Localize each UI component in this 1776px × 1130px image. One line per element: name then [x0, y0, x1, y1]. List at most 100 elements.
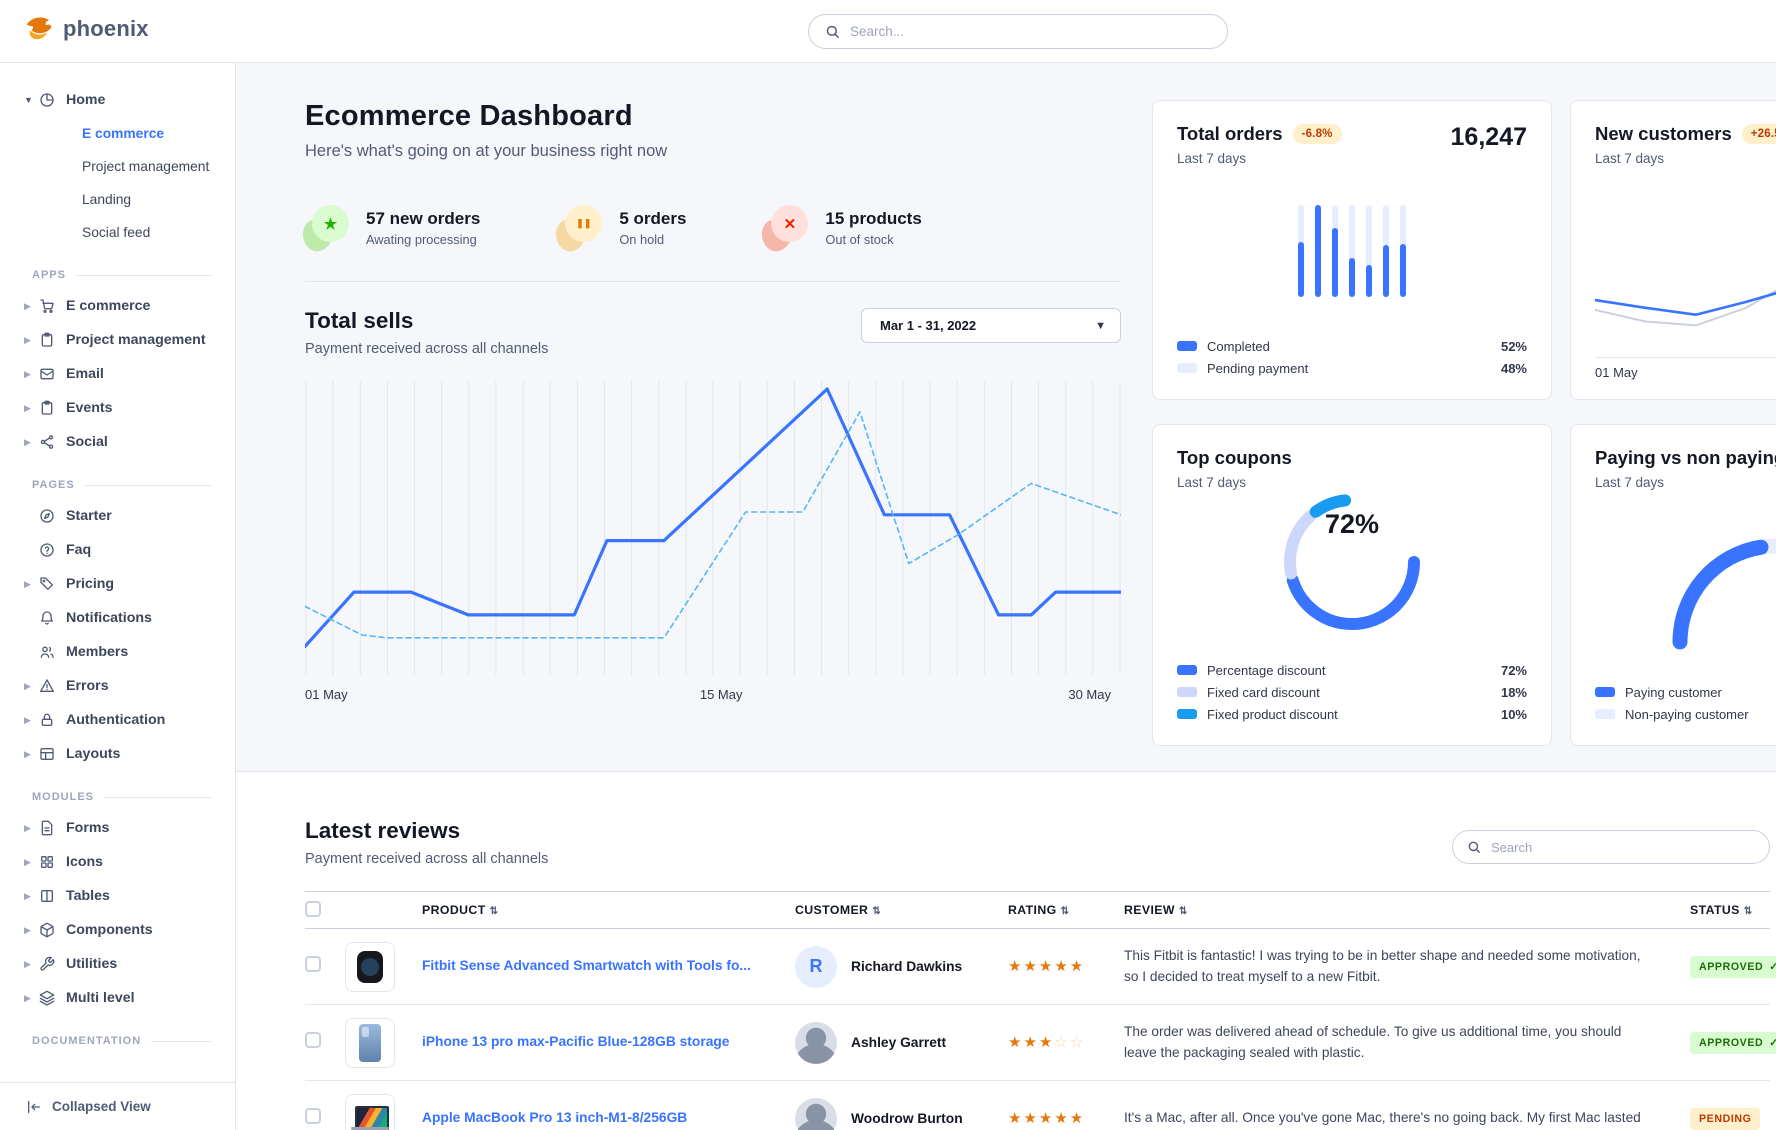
- order-bar: [1298, 205, 1305, 297]
- reviews-search-input[interactable]: [1491, 840, 1755, 855]
- sidebar-item-label: Home: [66, 92, 105, 108]
- sidebar-item-project-management[interactable]: Project management: [0, 150, 235, 183]
- wrench-icon: [39, 956, 55, 972]
- paying-legend: Paying customer Non-paying customer: [1595, 681, 1776, 725]
- sidebar-item-layouts[interactable]: ▶ Layouts: [0, 737, 235, 771]
- order-bar: [1366, 205, 1373, 297]
- axis-tick: 15 May: [700, 687, 743, 702]
- reviews-table: PRODUCT⇅ CUSTOMER⇅ RATING⇅ REVIEW⇅ STATU…: [305, 891, 1770, 1130]
- row-checkbox[interactable]: [305, 1108, 321, 1124]
- customer-name: Woodrow Burton: [851, 1111, 963, 1126]
- sidebar-item-authentication[interactable]: ▶ Authentication: [0, 703, 235, 737]
- clipboard-icon: [39, 332, 55, 348]
- dashboard-hero-section: Ecommerce Dashboard Here's what's going …: [236, 63, 1776, 772]
- status-badge: APPROVED ✓: [1690, 956, 1776, 978]
- order-bar: [1400, 205, 1407, 297]
- column-header-product[interactable]: PRODUCT⇅: [422, 892, 795, 929]
- column-header-customer[interactable]: CUSTOMER⇅: [795, 892, 1008, 929]
- axis-line: [1595, 357, 1776, 358]
- row-checkbox[interactable]: [305, 1032, 321, 1048]
- order-bar: [1349, 205, 1356, 297]
- sidebar-item-project-management[interactable]: ▶ Project management: [0, 323, 235, 357]
- global-search-input[interactable]: [850, 24, 1211, 39]
- card-period: Last 7 days: [1177, 151, 1527, 166]
- collapse-sidebar-button[interactable]: Collapsed View: [0, 1082, 235, 1130]
- axis-tick: 01 May: [1595, 365, 1638, 380]
- sidebar-item-e-commerce[interactable]: E commerce: [0, 117, 235, 150]
- sidebar-item-landing[interactable]: Landing: [0, 183, 235, 216]
- topbar: phoenix: [0, 0, 1776, 63]
- sort-icon: ⇅: [872, 906, 881, 917]
- sidebar-item-email[interactable]: ▶ Email: [0, 357, 235, 391]
- product-link[interactable]: Apple MacBook Pro 13 inch-M1-8/256GB: [422, 1109, 687, 1128]
- page-title: Ecommerce Dashboard: [305, 100, 1121, 133]
- sidebar-item-starter[interactable]: Starter: [0, 499, 235, 533]
- sidebar-item-icons[interactable]: ▶ Icons: [0, 845, 235, 879]
- caret-right-icon: ▶: [24, 369, 38, 380]
- pie-icon: [39, 92, 55, 108]
- sidebar-item-errors[interactable]: ▶ Errors: [0, 669, 235, 703]
- column-header-review[interactable]: REVIEW⇅: [1124, 892, 1690, 929]
- column-header-rating[interactable]: RATING⇅: [1008, 892, 1124, 929]
- status-badge: PENDING: [1690, 1108, 1760, 1130]
- divider: [305, 281, 1121, 282]
- sidebar-item-events[interactable]: ▶ Events: [0, 391, 235, 425]
- sidebar-section-documentation: DOCUMENTATION: [0, 1015, 235, 1055]
- product-image[interactable]: [345, 1094, 395, 1130]
- product-image[interactable]: [345, 942, 395, 992]
- warning-icon: [39, 678, 55, 694]
- product-link[interactable]: iPhone 13 pro max-Pacific Blue-128GB sto…: [422, 1033, 729, 1052]
- order-bar: [1315, 205, 1322, 297]
- sidebar-item-utilities[interactable]: ▶ Utilities: [0, 947, 235, 981]
- phoenix-logo-icon: [24, 14, 54, 44]
- caret-right-icon: ▶: [24, 925, 38, 936]
- cart-icon: [39, 298, 55, 314]
- axis-tick: 01 May: [305, 687, 348, 702]
- sidebar-item-forms[interactable]: ▶ Forms: [0, 811, 235, 845]
- customer-name: Ashley Garrett: [851, 1035, 946, 1050]
- total-orders-card: Total orders -6.8% Last 7 days 16,247 Co…: [1152, 100, 1552, 400]
- layers-icon: [39, 990, 55, 1006]
- reviews-search[interactable]: [1452, 830, 1770, 864]
- reviews-subtitle: Payment received across all channels: [305, 851, 548, 867]
- collapse-sidebar-label: Collapsed View: [52, 1099, 151, 1114]
- order-bar: [1332, 205, 1339, 297]
- avatar: [795, 1022, 837, 1064]
- card-title: Paying vs non paying: [1595, 447, 1776, 469]
- card-title: New customers: [1595, 123, 1732, 145]
- sidebar-item-multi-level[interactable]: ▶ Multi level: [0, 981, 235, 1015]
- new-customers-card: New customers +26.5% Last 7 days 01 May: [1570, 100, 1776, 400]
- sidebar-item-pricing[interactable]: ▶ Pricing: [0, 567, 235, 601]
- table-row: Fitbit Sense Advanced Smartwatch with To…: [305, 929, 1770, 1005]
- sidebar-item-members[interactable]: Members: [0, 635, 235, 669]
- app-root: phoenix ▼ Home E commerce Project manage…: [0, 0, 1776, 1130]
- sidebar-item-faq[interactable]: Faq: [0, 533, 235, 567]
- sidebar-item-social[interactable]: ▶ Social: [0, 425, 235, 459]
- caret-right-icon: ▶: [24, 301, 38, 312]
- sort-icon: ⇅: [490, 906, 499, 917]
- column-header-status[interactable]: STATUS⇅: [1690, 892, 1770, 929]
- sidebar-item-tables[interactable]: ▶ Tables: [0, 879, 235, 913]
- sidebar-item-home[interactable]: ▼ Home: [0, 83, 235, 117]
- new-customers-chart: [1595, 241, 1776, 358]
- stat-item: ★ 57 new orders Awating processing: [305, 205, 480, 251]
- paying-card: Paying vs non paying Last 7 days Paying …: [1570, 424, 1776, 746]
- select-all-checkbox[interactable]: [305, 901, 321, 917]
- total-sells-x-axis: 01 May 15 May 30 May: [305, 687, 1121, 707]
- product-link[interactable]: Fitbit Sense Advanced Smartwatch with To…: [422, 957, 751, 976]
- row-checkbox[interactable]: [305, 956, 321, 972]
- sidebar-item-e-commerce[interactable]: ▶ E commerce: [0, 289, 235, 323]
- sidebar-item-social-feed[interactable]: Social feed: [0, 216, 235, 249]
- brand-logo[interactable]: phoenix: [24, 14, 149, 44]
- page-subtitle: Here's what's going on at your business …: [305, 142, 1121, 161]
- box-icon: [39, 922, 55, 938]
- date-range-select[interactable]: Mar 1 - 31, 2022 ▼: [861, 308, 1121, 343]
- review-text: It's a Mac, after all. Once you've gone …: [1124, 1108, 1690, 1129]
- review-text: This Fitbit is fantastic! I was trying t…: [1124, 946, 1690, 987]
- sidebar-item-notifications[interactable]: Notifications: [0, 601, 235, 635]
- global-search[interactable]: [808, 14, 1228, 49]
- collapse-arrow-icon: [26, 1099, 42, 1115]
- legend-item: Non-paying customer: [1595, 703, 1776, 725]
- product-image[interactable]: [345, 1018, 395, 1068]
- sidebar-item-components[interactable]: ▶ Components: [0, 913, 235, 947]
